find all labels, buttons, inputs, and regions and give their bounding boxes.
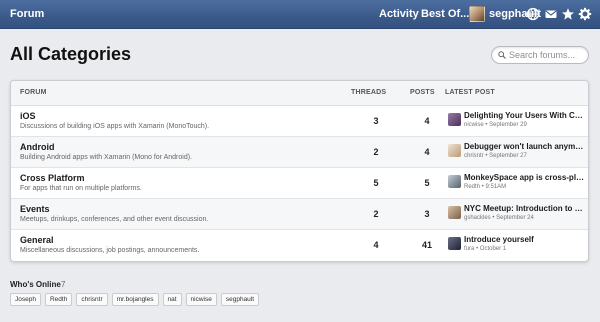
categories-table: FORUM THREADS POSTS LATEST POST iOS Disc… (10, 80, 589, 262)
online-user-chip[interactable]: nat (162, 293, 182, 306)
category-row-cross-platform[interactable]: Cross Platform For apps that run on mult… (11, 168, 588, 199)
whos-online-count: 7 (61, 280, 66, 289)
latest-post-meta: gshackles • September 24 (464, 215, 534, 221)
online-user-chip[interactable]: mr.bojangles (111, 293, 159, 306)
header-forum: FORUM (20, 89, 47, 96)
category-name[interactable]: Android (20, 142, 55, 152)
gear-icon[interactable] (578, 7, 592, 21)
header-latest-post: LATEST POST (445, 89, 495, 96)
header-threads: THREADS (351, 89, 387, 96)
category-description: Miscellaneous discussions, job postings,… (20, 247, 200, 254)
post-count: 3 (424, 209, 430, 219)
post-count: 4 (424, 147, 430, 157)
header-posts: POSTS (410, 89, 435, 96)
nav-best-of-link[interactable]: Best Of... (421, 8, 469, 20)
search-box[interactable] (491, 46, 589, 64)
online-user-list: Joseph Redth chrisntr mr.bojangles nat n… (10, 293, 260, 306)
latest-post-title[interactable]: Introduce yourself (464, 235, 586, 244)
category-row-android[interactable]: Android Building Android apps with Xamar… (11, 137, 588, 168)
latest-post-meta: fura • October 1 (464, 246, 507, 252)
online-user-chip[interactable]: chrisntr (76, 293, 108, 306)
online-user-chip[interactable]: nicwise (185, 293, 217, 306)
mail-icon[interactable] (544, 7, 558, 21)
category-name[interactable]: General (20, 235, 54, 245)
thread-count: 5 (373, 178, 379, 188)
post-count: 5 (424, 178, 430, 188)
category-description: Meetups, drinkups, conferences, and othe… (20, 216, 209, 223)
thread-count: 4 (373, 240, 379, 250)
page-title: All Categories (10, 44, 132, 64)
category-name[interactable]: iOS (20, 111, 36, 121)
top-navigation-bar: Forum Activity Best Of... segphault (0, 0, 600, 29)
post-count: 41 (421, 240, 432, 250)
category-name[interactable]: Events (20, 204, 50, 214)
category-description: Discussions of building iOS apps with Xa… (20, 123, 210, 130)
forum-brand-link[interactable]: Forum (10, 8, 44, 20)
category-row-events[interactable]: Events Meetups, drinkups, conferences, a… (11, 199, 588, 230)
latest-post-meta: chrisntr • September 27 (464, 153, 527, 159)
thread-count: 3 (373, 116, 379, 126)
post-count: 4 (424, 116, 430, 126)
thread-count: 2 (373, 147, 379, 157)
latest-post-title[interactable]: NYC Meetup: Introduction to M... (464, 204, 586, 213)
globe-icon[interactable] (526, 7, 540, 21)
whos-online-title: Who's Online (10, 280, 61, 289)
category-row-ios[interactable]: iOS Discussions of building iOS apps wit… (11, 106, 588, 137)
latest-post-avatar[interactable] (448, 113, 461, 126)
nav-activity-link[interactable]: Activity (379, 8, 419, 20)
latest-post-avatar[interactable] (448, 237, 461, 250)
table-header: FORUM THREADS POSTS LATEST POST (11, 81, 588, 106)
category-name[interactable]: Cross Platform (20, 173, 85, 183)
latest-post-avatar[interactable] (448, 206, 461, 219)
latest-post-avatar[interactable] (448, 144, 461, 157)
category-row-general[interactable]: General Miscellaneous discussions, job p… (11, 230, 588, 261)
latest-post-avatar[interactable] (448, 175, 461, 188)
search-input[interactable] (509, 49, 585, 61)
category-description: Building Android apps with Xamarin (Mono… (20, 154, 192, 161)
user-avatar[interactable] (469, 6, 485, 22)
category-description: For apps that run on multiple platforms. (20, 185, 142, 192)
latest-post-meta: nicwise • September 29 (464, 122, 527, 128)
latest-post-title[interactable]: Delighting Your Users With Cor... (464, 111, 586, 120)
latest-post-meta: Redth • 9:51AM (464, 184, 507, 190)
online-user-chip[interactable]: segphault (220, 293, 260, 306)
search-icon (498, 51, 506, 59)
online-user-chip[interactable]: Joseph (10, 293, 41, 306)
online-user-chip[interactable]: Redth (44, 293, 73, 306)
latest-post-title[interactable]: Debugger won't launch anymor... (464, 142, 586, 151)
star-icon[interactable] (561, 7, 575, 21)
latest-post-title[interactable]: MonkeySpace app is cross-plat... (464, 173, 586, 182)
thread-count: 2 (373, 209, 379, 219)
